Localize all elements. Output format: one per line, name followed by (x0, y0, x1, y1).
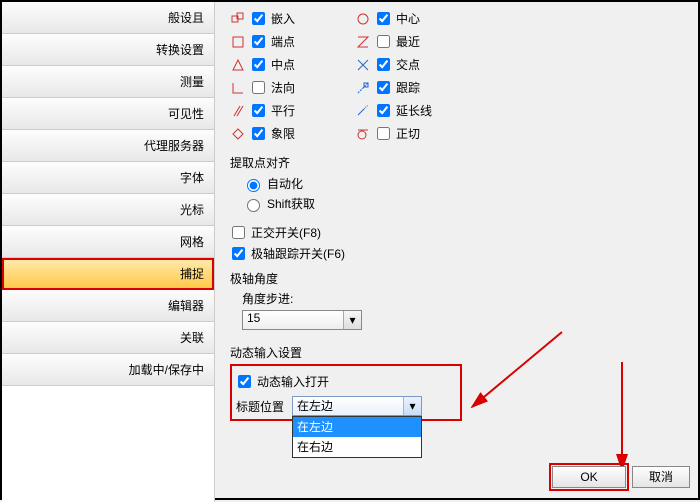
ok-button[interactable]: OK (552, 466, 626, 488)
tangent-icon (355, 126, 371, 142)
normal-icon (230, 80, 246, 96)
nearest-icon (355, 34, 371, 50)
snap-parallel-checkbox[interactable] (252, 104, 265, 117)
snap-endpoint-label: 端点 (271, 33, 295, 50)
dynamic-title: 动态输入设置 (230, 344, 686, 361)
center-icon (355, 11, 371, 27)
sidebar-item-proxy[interactable]: 代理服务器 (2, 130, 214, 162)
snap-normal[interactable]: 法向 (230, 79, 295, 96)
snap-extension[interactable]: 延长线 (355, 102, 432, 119)
sidebar-item-measure[interactable]: 测量 (2, 66, 214, 98)
ortho-row[interactable]: 正交开关(F8) (230, 224, 686, 241)
extension-icon (355, 103, 371, 119)
snap-normal-label: 法向 (271, 79, 295, 96)
snap-extension-label: 延长线 (396, 102, 432, 119)
caption-position-value: 在左边 (297, 399, 333, 413)
snap-settings-panel: 嵌入 端点 中点 法向 平行 (218, 2, 698, 498)
snap-parallel-label: 平行 (271, 102, 295, 119)
snap-center[interactable]: 中心 (355, 10, 432, 27)
snap-insert-label: 嵌入 (271, 10, 295, 27)
snap-tangent[interactable]: 正切 (355, 125, 432, 142)
sidebar-item-general[interactable]: 般设且 (2, 2, 214, 34)
snap-endpoint[interactable]: 端点 (230, 33, 295, 50)
sidebar-item-convert[interactable]: 转换设置 (2, 34, 214, 66)
snap-nearest-label: 最近 (396, 33, 420, 50)
settings-sidebar: 般设且 转换设置 测量 可见性 代理服务器 字体 光标 网格 捕捉 编辑器 关联… (2, 2, 215, 502)
endpoint-icon (230, 34, 246, 50)
caption-position-combo[interactable]: 在左边 ▾ 在左边 在右边 (292, 396, 422, 416)
sidebar-item-visibility[interactable]: 可见性 (2, 98, 214, 130)
snap-midpoint-label: 中点 (271, 56, 295, 73)
caption-position-dropdown: 在左边 在右边 (292, 416, 422, 458)
snap-intersection[interactable]: 交点 (355, 56, 432, 73)
align-shift-radio[interactable] (247, 199, 260, 212)
snap-normal-checkbox[interactable] (252, 81, 265, 94)
snap-extension-checkbox[interactable] (377, 104, 390, 117)
cancel-button[interactable]: 取消 (632, 466, 690, 488)
polar-track-checkbox[interactable] (232, 247, 245, 260)
align-shift-row[interactable]: Shift获取 (242, 195, 686, 212)
align-auto-label: 自动化 (267, 175, 303, 192)
caption-position-label: 标题位置 (236, 398, 284, 415)
snap-insert[interactable]: 嵌入 (230, 10, 295, 27)
snap-midpoint-checkbox[interactable] (252, 58, 265, 71)
midpoint-icon (230, 57, 246, 73)
snap-quadrant-checkbox[interactable] (252, 127, 265, 140)
sidebar-item-snap[interactable]: 捕捉 (2, 258, 214, 290)
sidebar-item-editor[interactable]: 编辑器 (2, 290, 214, 322)
snap-center-label: 中心 (396, 10, 420, 27)
ortho-label: 正交开关(F8) (251, 224, 321, 241)
snap-midpoint[interactable]: 中点 (230, 56, 295, 73)
chevron-down-icon: ▾ (403, 397, 421, 415)
ortho-checkbox[interactable] (232, 226, 245, 239)
polar-track-row[interactable]: 极轴跟踪开关(F6) (230, 245, 686, 262)
snap-track[interactable]: 跟踪 (355, 79, 432, 96)
quadrant-icon (230, 126, 246, 142)
align-group-title: 提取点对齐 (230, 154, 686, 171)
snap-track-label: 跟踪 (396, 79, 420, 96)
polar-angle-title: 极轴角度 (230, 270, 686, 287)
sidebar-item-font[interactable]: 字体 (2, 162, 214, 194)
dynamic-enable-checkbox[interactable] (238, 375, 251, 388)
angle-step-value: 15 (247, 311, 260, 325)
caption-option-left[interactable]: 在左边 (293, 417, 421, 437)
dynamic-enable-row[interactable]: 动态输入打开 (236, 373, 452, 390)
align-auto-row[interactable]: 自动化 (242, 175, 686, 192)
sidebar-item-loadsave[interactable]: 加载中/保存中 (2, 354, 214, 386)
snap-intersection-checkbox[interactable] (377, 58, 390, 71)
align-shift-label: Shift获取 (267, 195, 315, 212)
intersection-icon (355, 57, 371, 73)
snap-parallel[interactable]: 平行 (230, 102, 295, 119)
align-auto-radio[interactable] (247, 179, 260, 192)
snap-intersection-label: 交点 (396, 56, 420, 73)
sidebar-item-grid[interactable]: 网格 (2, 226, 214, 258)
dynamic-input-group: 动态输入打开 标题位置 在左边 ▾ 在左边 在右边 (230, 364, 462, 421)
snap-nearest-checkbox[interactable] (377, 35, 390, 48)
sidebar-item-assoc[interactable]: 关联 (2, 322, 214, 354)
snap-tangent-checkbox[interactable] (377, 127, 390, 140)
snap-nearest[interactable]: 最近 (355, 33, 432, 50)
snap-endpoint-checkbox[interactable] (252, 35, 265, 48)
parallel-icon (230, 103, 246, 119)
snap-tangent-label: 正切 (396, 125, 420, 142)
track-icon (355, 80, 371, 96)
polar-track-label: 极轴跟踪开关(F6) (251, 245, 345, 262)
snap-center-checkbox[interactable] (377, 12, 390, 25)
snap-insert-checkbox[interactable] (252, 12, 265, 25)
polar-angle-step-label: 角度步进: (242, 290, 686, 307)
snap-track-checkbox[interactable] (377, 81, 390, 94)
caption-option-right[interactable]: 在右边 (293, 437, 421, 457)
snap-quadrant[interactable]: 象限 (230, 125, 295, 142)
insert-icon (230, 11, 246, 27)
snap-quadrant-label: 象限 (271, 125, 295, 142)
dynamic-enable-label: 动态输入打开 (257, 373, 329, 390)
sidebar-item-cursor[interactable]: 光标 (2, 194, 214, 226)
angle-step-select[interactable]: 15 ▾ (242, 310, 362, 330)
chevron-down-icon: ▾ (343, 311, 361, 329)
